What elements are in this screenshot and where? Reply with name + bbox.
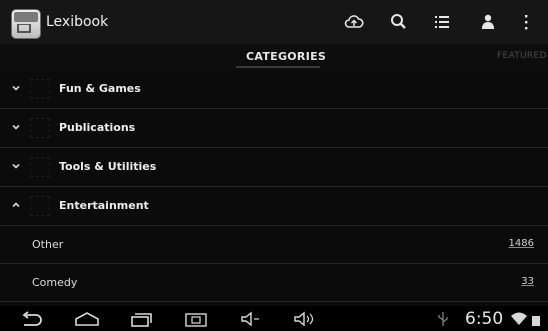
chevron-down-icon [12,163,20,169]
volume-up-icon[interactable] [291,310,319,328]
wifi-icon [511,312,527,325]
recent-apps-icon[interactable] [128,310,154,328]
category-label: Publications [59,121,136,134]
overflow-menu-icon[interactable] [515,11,537,33]
home-icon[interactable] [73,310,101,328]
tab-strip: CATEGORIES FEATURED [0,44,548,70]
chevron-up-icon [12,202,20,208]
app-logo-icon[interactable] [11,9,41,39]
app-window: Lexibook CATEGORIES FEATURED Fun & Games… [0,0,548,331]
app-logo-badge [14,12,38,22]
category-icon [30,157,50,177]
category-label: Fun & Games [59,82,141,95]
tab-featured[interactable]: FEATURED [497,51,547,61]
category-row-tools-utilities[interactable]: Tools & Utilities [0,148,548,187]
battery-icon [532,316,540,326]
app-title: Lexibook [46,14,109,30]
category-row-entertainment[interactable]: Entertainment [0,187,548,226]
category-row-fun-games[interactable]: Fun & Games [0,70,548,109]
cloud-upload-icon[interactable] [343,11,365,33]
category-icon [30,118,50,138]
category-row-publications[interactable]: Publications [0,109,548,148]
category-label: Tools & Utilities [59,160,157,173]
category-icon [30,196,50,216]
chevron-down-icon [12,85,20,91]
subcategory-row-comedy[interactable]: Comedy 33 [0,264,548,302]
category-icon [30,79,50,99]
action-bar: Lexibook [0,0,548,44]
cart-icon [17,24,31,33]
search-icon[interactable] [388,11,410,33]
system-nav-bar: 6:50 [0,306,548,331]
subcategory-count: 1486 [508,238,534,249]
tab-categories[interactable]: CATEGORIES [246,50,326,63]
subcategory-label: Other [32,238,64,251]
volume-down-icon[interactable] [238,310,264,328]
back-icon[interactable] [18,310,44,328]
category-label: Entertainment [59,199,149,212]
account-icon[interactable] [477,11,499,33]
status-clock: 6:50 [465,309,504,329]
chevron-down-icon [12,124,20,130]
tab-indicator [236,66,320,68]
list-icon[interactable] [431,11,453,33]
screenshot-icon[interactable] [183,310,209,328]
category-list: Fun & Games Publications Tools & Utiliti… [0,70,548,302]
subcategory-label: Comedy [32,276,78,289]
subcategory-row-other[interactable]: Other 1486 [0,226,548,264]
usb-icon [438,312,448,326]
subcategory-count: 33 [521,276,534,287]
